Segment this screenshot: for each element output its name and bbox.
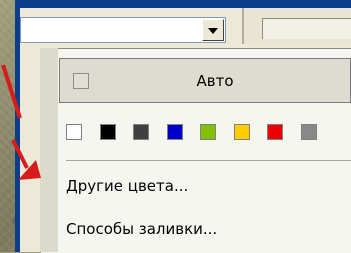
toolbar-panel (242, 8, 351, 44)
color-swatch-3[interactable] (133, 124, 149, 140)
color-swatch-7[interactable] (267, 124, 283, 140)
auto-color-button[interactable]: Авто (59, 58, 351, 103)
menu-icon-strip (40, 48, 58, 252)
auto-color-label: Авто (196, 72, 234, 90)
color-combo-box[interactable] (20, 17, 226, 43)
color-swatch-2[interactable] (100, 124, 116, 140)
fill-effects-menu-item[interactable]: Способы заливки... (66, 219, 217, 239)
color-swatch-1[interactable] (66, 124, 82, 140)
color-swatch-6[interactable] (234, 124, 250, 140)
color-swatch-5[interactable] (200, 124, 216, 140)
dropdown-button[interactable] (202, 19, 224, 41)
toolbar-field (262, 18, 351, 39)
more-colors-menu-item[interactable]: Другие цвета... (66, 176, 188, 196)
color-swatch-4[interactable] (167, 124, 183, 140)
auto-color-swatch (73, 73, 89, 89)
dropdown-arrow-icon (208, 28, 218, 34)
menu-separator (66, 160, 351, 161)
color-swatch-8[interactable] (301, 124, 317, 140)
